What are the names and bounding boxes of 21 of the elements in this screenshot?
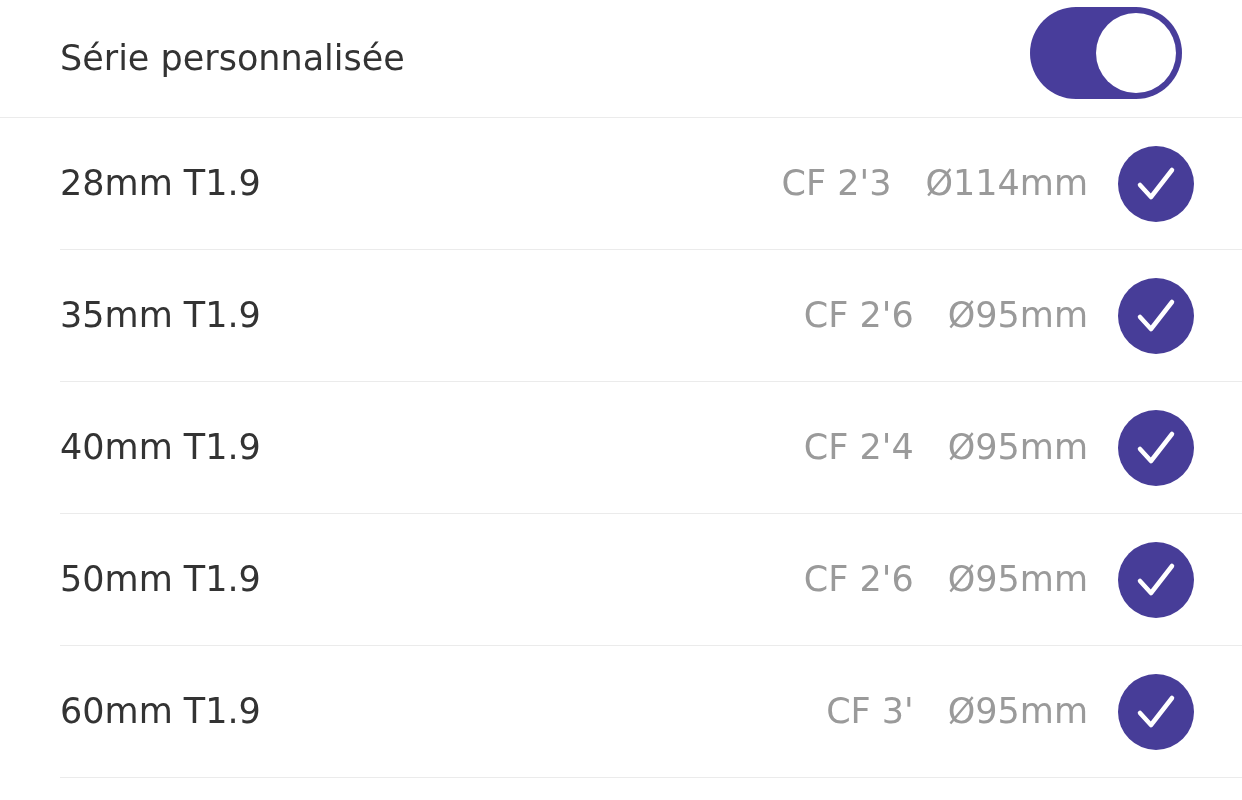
- lens-name: 28mm T1.9: [60, 162, 262, 206]
- diameter-text: Ø114mm: [925, 162, 1088, 206]
- close-focus-text: CF 2'3: [781, 162, 892, 206]
- diameter-text: Ø95mm: [947, 294, 1088, 338]
- diameter-text: Ø95mm: [947, 426, 1088, 470]
- close-focus-text: CF 2'6: [803, 558, 914, 602]
- diameter-text: Ø95mm: [947, 690, 1088, 734]
- close-focus-text: CF 3': [826, 690, 914, 734]
- setting-label: Série personnalisée: [60, 37, 405, 81]
- lens-name: 40mm T1.9: [60, 426, 262, 470]
- checkmark-icon: [1136, 297, 1176, 334]
- checkmark-icon: [1136, 561, 1176, 598]
- lens-name: 50mm T1.9: [60, 558, 262, 602]
- lens-name: 35mm T1.9: [60, 294, 262, 338]
- lens-name: 60mm T1.9: [60, 690, 262, 734]
- close-focus-text: CF 2'4: [803, 426, 914, 470]
- checkmark-icon: [1136, 429, 1176, 466]
- close-focus-text: CF 2'6: [803, 294, 914, 338]
- diameter-text: Ø95mm: [947, 558, 1088, 602]
- checkmark-icon: [1136, 165, 1176, 202]
- checkmark-icon: [1136, 693, 1176, 730]
